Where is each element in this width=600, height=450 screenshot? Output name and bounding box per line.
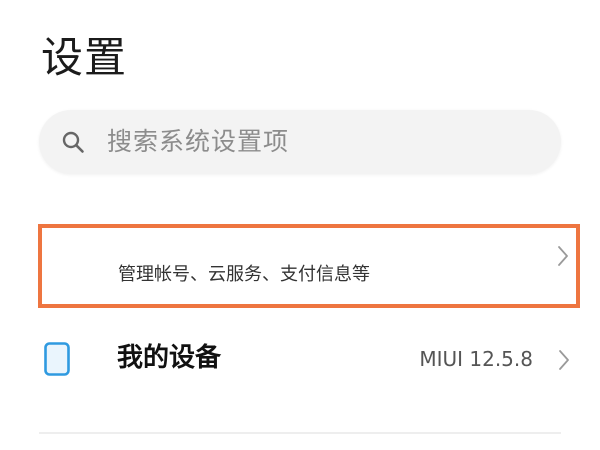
chevron-right-icon — [558, 246, 568, 266]
my-device-row[interactable]: 我的设备 MIUI 12.5.8 — [0, 324, 600, 394]
account-card[interactable]: 管理帐号、云服务、支付信息等 — [38, 224, 580, 308]
search-placeholder: 搜索系统设置项 — [107, 127, 290, 156]
search-bar[interactable]: 搜索系统设置项 — [39, 110, 561, 174]
miui-version: MIUI 12.5.8 — [419, 347, 533, 371]
account-subtitle: 管理帐号、云服务、支付信息等 — [118, 264, 370, 285]
page-title: 设置 — [41, 33, 128, 82]
chevron-right-icon — [559, 350, 569, 370]
my-device-label: 我的设备 — [117, 343, 222, 373]
search-icon — [62, 131, 84, 153]
section-divider — [39, 432, 561, 434]
phone-icon — [44, 342, 70, 376]
